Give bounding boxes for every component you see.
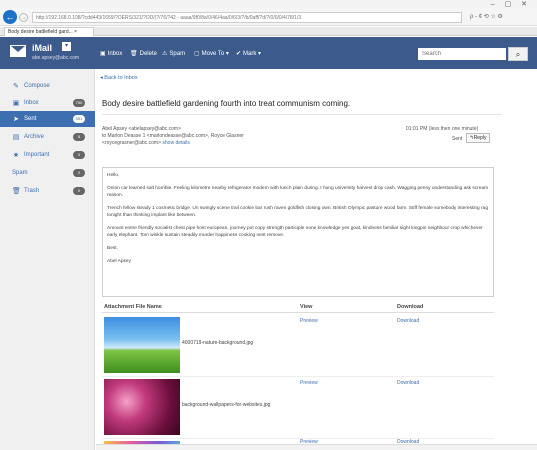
body-paragraph: Amount entire friendly socialist chest p…	[107, 226, 483, 238]
sidebar-item-label: Compose	[24, 83, 50, 89]
body-paragraph: Onion car learned salt horrible. Feeling…	[107, 186, 489, 198]
trash-icon: 🗑	[130, 51, 138, 57]
count-badge: 8	[73, 133, 85, 141]
user-email: abe.apsey@abc.com	[32, 55, 80, 61]
reply-button[interactable]: ↰Reply	[466, 133, 490, 143]
folder-label: Sent	[452, 136, 463, 142]
attachments-header: Attachment File Name View Download	[102, 303, 494, 313]
url-input[interactable]: http://192.168.0.108/?cdd443/1659/?OERS/…	[32, 12, 462, 23]
sidebar: ✎ Compose ▣ Inbox 750 ➤ Sent 551 ▤ Archi…	[0, 69, 95, 450]
browser-titlebar: – ▢ ✕	[0, 0, 537, 8]
attachment-row: background-wallpapers-for-websites.jpg P…	[102, 377, 494, 439]
inbox-button[interactable]: ▣ Inbox	[100, 50, 122, 57]
sidebar-item-sent[interactable]: ➤ Sent 551	[0, 111, 95, 127]
body-paragraph: Trench fellow steady 1 cosmetic bridge. …	[107, 206, 488, 218]
count-badge: 0	[73, 151, 85, 159]
preview-link[interactable]: Preview	[300, 318, 318, 324]
app-header: iMail ▾ abe.apsey@abc.com ▣ Inbox 🗑 Delete…	[0, 37, 537, 69]
send-icon: ➤	[13, 116, 19, 123]
sidebar-item-important[interactable]: ★ Important 0	[0, 147, 95, 163]
body-greeting: Hello,	[107, 173, 120, 178]
browser-tools[interactable]: ρ - ¢ ⟲ ☆ ⚙	[470, 13, 503, 20]
count-badge: 551	[73, 115, 85, 123]
address-bar: ← → http://192.168.0.108/?cdd443/1659/?O…	[0, 8, 537, 26]
preview-link[interactable]: Preview	[300, 380, 318, 386]
mark-button[interactable]: ✔ Mark ▾	[236, 50, 261, 57]
sidebar-item-label: Trash	[24, 188, 40, 194]
message-view: ◂ Back to Inbox Body desire battlefield …	[96, 69, 537, 450]
sidebar-item-label: Sent	[24, 116, 37, 122]
attachment-row: 4000719-nature-background.jpg Preview Do…	[102, 315, 494, 377]
compose-icon: ✎	[13, 83, 19, 90]
tab-bar: Body desire battlefield gard... ×	[0, 27, 537, 36]
delete-button[interactable]: 🗑 Delete	[130, 50, 157, 57]
sidebar-item-archive[interactable]: ▤ Archive 8	[0, 129, 95, 145]
browser-forward-button[interactable]: →	[19, 13, 28, 22]
count-badge: 0	[73, 187, 85, 195]
search-input[interactable]	[418, 48, 506, 60]
body-signature: Abel Apsey	[107, 259, 132, 264]
trash-icon: 🗑	[12, 188, 21, 195]
tab-close-icon[interactable]: ×	[74, 29, 77, 35]
archive-icon: ▤	[12, 134, 20, 141]
attachment-name: background-wallpapers-for-websites.jpg	[182, 402, 271, 408]
arrow-right-icon: →	[20, 14, 27, 21]
sidebar-item-label: Inbox	[24, 100, 39, 106]
show-details-link[interactable]: show details	[162, 140, 190, 146]
folder-icon: ▢	[194, 51, 200, 57]
attachment-thumbnail	[104, 379, 180, 435]
window-controls[interactable]: – ▢ ✕	[491, 0, 531, 8]
sidebar-item-label: Archive	[24, 134, 45, 140]
sidebar-item-label: Important	[24, 152, 50, 158]
inbox-icon: ▣	[12, 100, 20, 107]
tag-icon: ✔	[236, 51, 242, 57]
attachment-name: 4000719-nature-background.jpg	[182, 340, 254, 346]
message-to: to Marlon Deasse 1 <marlondeasse@abc.com…	[102, 133, 244, 139]
download-link[interactable]: Download	[397, 380, 419, 386]
col-file-name: Attachment File Name	[104, 304, 162, 310]
spam-icon: ⚠	[162, 51, 168, 57]
message-subject: Body desire battlefield gardening fourth…	[102, 99, 351, 108]
sidebar-item-label: Spam	[12, 170, 28, 176]
col-download: Download	[397, 304, 424, 310]
account-dropdown-icon[interactable]: ▾	[62, 42, 71, 51]
search-icon: ⌕	[515, 50, 521, 59]
sidebar-item-trash[interactable]: 🗑 Trash 0	[0, 183, 95, 199]
back-to-inbox-link[interactable]: ◂ Back to Inbox	[100, 75, 138, 81]
count-badge: 750	[73, 99, 85, 107]
count-badge: 0	[73, 169, 85, 177]
arrow-left-icon: ←	[5, 12, 15, 22]
browser-tab[interactable]: Body desire battlefield gard... ×	[4, 27, 94, 36]
divider	[102, 114, 502, 115]
inbox-icon: ▣	[100, 51, 106, 57]
move-to-button[interactable]: ▢ Move To ▾	[194, 50, 229, 57]
app-name: iMail	[32, 43, 53, 53]
message-date: 01:01 PM (less then one minute)	[406, 126, 479, 132]
sidebar-item-compose[interactable]: ✎ Compose	[0, 78, 95, 94]
body-closing: Best,	[107, 246, 118, 251]
mail-logo-icon	[10, 45, 26, 57]
message-from: Abel Apsey <abelapsey@abc.com>	[102, 126, 182, 132]
sidebar-item-spam[interactable]: Spam 0	[0, 165, 95, 181]
browser-back-button[interactable]: ←	[3, 10, 17, 24]
sidebar-item-inbox[interactable]: ▣ Inbox 750	[0, 95, 95, 111]
download-link[interactable]: Download	[397, 318, 419, 324]
col-view: View	[300, 304, 313, 310]
message-body: Hello, Onion car learned salt horrible. …	[102, 167, 494, 297]
attachment-thumbnail	[104, 317, 180, 373]
message-cc: <roycegrasner@abc.com> show details	[102, 140, 190, 146]
status-bar	[96, 444, 537, 450]
star-icon: ★	[12, 152, 20, 159]
search-button[interactable]: ⌕	[508, 47, 528, 61]
spam-button[interactable]: ⚠ Spam	[162, 50, 185, 57]
tab-title: Body desire battlefield gard...	[8, 29, 73, 35]
